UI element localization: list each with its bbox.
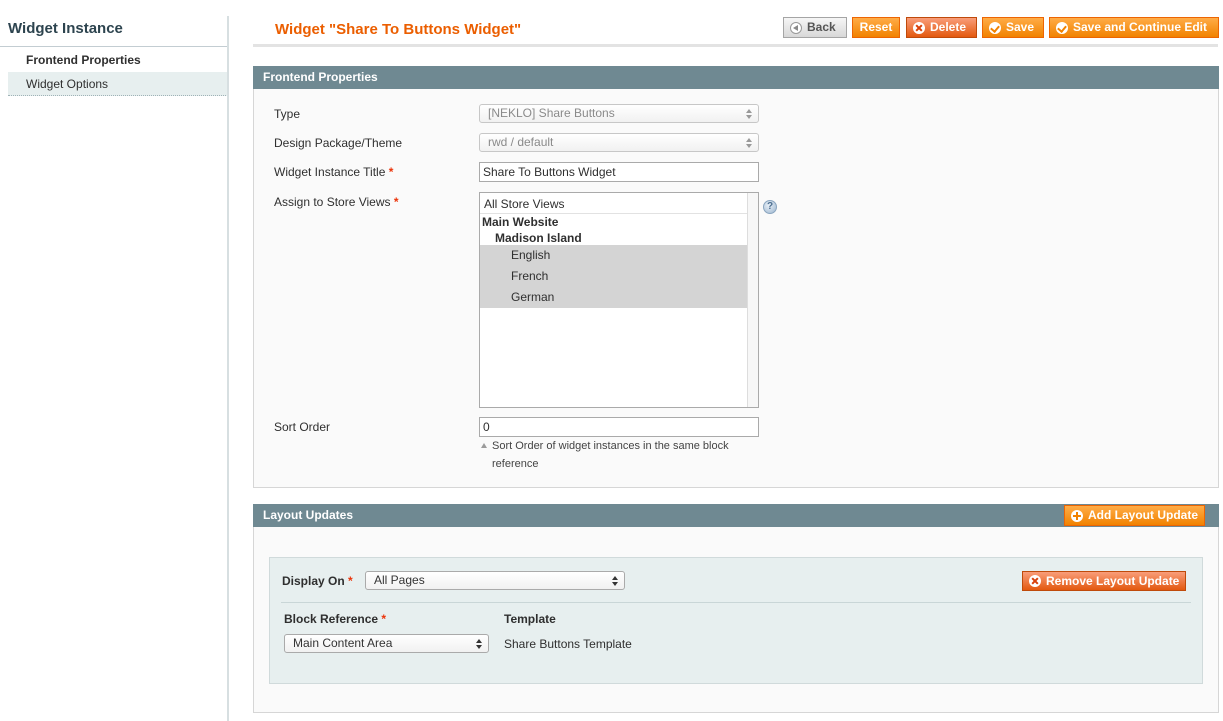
store-views-label-text: Assign to Store Views — [274, 195, 391, 209]
sort-order-note: Sort Order of widget instances in the sa… — [492, 440, 729, 470]
save-button-label: Save — [1006, 20, 1035, 34]
display-on-select[interactable]: All Pages — [365, 571, 625, 590]
block-reference-select-value: Main Content Area — [293, 636, 393, 650]
sidebar: Widget Instance Frontend Properties Widg… — [0, 0, 228, 721]
layout-update-divider — [281, 602, 1191, 603]
page-title: Widget "Share To Buttons Widget" — [275, 21, 522, 38]
store-view-option[interactable]: German — [480, 287, 747, 308]
remove-layout-update-label: Remove Layout Update — [1046, 573, 1180, 588]
remove-layout-update-button[interactable]: Remove Layout Update — [1022, 571, 1187, 591]
required-marker: * — [381, 612, 387, 626]
block-reference-select[interactable]: Main Content Area — [284, 634, 489, 653]
required-marker: * — [393, 195, 399, 209]
theme-select[interactable]: rwd / default — [479, 133, 759, 152]
sidebar-item-widget-options[interactable]: Widget Options — [8, 72, 228, 96]
note-arrow-icon — [481, 443, 487, 448]
reset-button[interactable]: Reset — [852, 17, 900, 38]
widget-instance-page: Widget Instance Frontend Properties Widg… — [0, 0, 1223, 721]
select-arrows-icon — [746, 137, 752, 149]
select-arrows-icon — [612, 575, 618, 587]
sidebar-item-frontend-properties[interactable]: Frontend Properties — [8, 48, 228, 72]
theme-select-value: rwd / default — [488, 135, 554, 149]
widget-title-input[interactable] — [479, 162, 759, 182]
store-view-option[interactable]: English — [480, 245, 747, 266]
store-view-group: Main Website — [482, 215, 559, 229]
display-on-select-value: All Pages — [374, 573, 425, 587]
sidebar-title: Widget Instance — [8, 20, 123, 37]
block-reference-label: Block Reference * — [284, 612, 386, 626]
back-button[interactable]: Back — [783, 17, 847, 38]
delete-icon — [913, 21, 925, 34]
check-icon — [1056, 21, 1068, 34]
save-button[interactable]: Save — [982, 17, 1044, 38]
plus-icon — [1071, 509, 1083, 522]
select-arrows-icon — [476, 638, 482, 650]
save-continue-button-label: Save and Continue Edit — [1073, 20, 1208, 34]
multiselect-scrollbar[interactable] — [747, 193, 758, 407]
reset-button-label: Reset — [859, 20, 893, 34]
title-label-text: Widget Instance Title — [274, 165, 386, 179]
remove-icon — [1029, 575, 1041, 587]
add-layout-update-label: Add Layout Update — [1088, 508, 1198, 522]
theme-label: Design Package/Theme — [274, 136, 403, 150]
type-select[interactable]: [NEKLO] Share Buttons — [479, 104, 759, 123]
add-layout-update-button[interactable]: Add Layout Update — [1064, 505, 1205, 526]
display-on-label-text: Display On — [282, 574, 345, 588]
header-divider — [253, 44, 1218, 47]
save-continue-button[interactable]: Save and Continue Edit — [1049, 17, 1219, 38]
template-value: Share Buttons Template — [504, 637, 632, 651]
sort-order-label: Sort Order — [274, 420, 331, 434]
back-button-label: Back — [807, 20, 836, 34]
frontend-properties-header: Frontend Properties — [253, 66, 1219, 89]
check-icon — [989, 21, 1001, 34]
store-view-group: Madison Island — [495, 231, 582, 245]
title-label: Widget Instance Title * — [274, 165, 393, 179]
store-views-multiselect[interactable]: All Store Views Main Website Madison Isl… — [479, 192, 759, 408]
help-icon[interactable]: ? — [763, 200, 777, 214]
display-on-label: Display On * — [282, 574, 353, 588]
sort-order-input[interactable] — [479, 417, 759, 437]
template-label: Template — [504, 612, 556, 626]
block-reference-label-text: Block Reference — [284, 612, 379, 626]
required-marker: * — [348, 574, 353, 588]
delete-button-label: Delete — [930, 20, 967, 34]
sidebar-border — [227, 16, 229, 721]
type-label: Type — [274, 107, 301, 121]
type-select-value: [NEKLO] Share Buttons — [488, 106, 615, 120]
required-marker: * — [388, 165, 394, 179]
back-arrow-icon — [790, 21, 802, 34]
sidebar-divider — [0, 46, 228, 47]
store-view-option[interactable]: All Store Views — [480, 194, 747, 214]
store-views-label: Assign to Store Views * — [274, 195, 399, 209]
delete-button[interactable]: Delete — [906, 17, 977, 38]
select-arrows-icon — [746, 108, 752, 120]
store-view-option[interactable]: French — [480, 266, 747, 287]
